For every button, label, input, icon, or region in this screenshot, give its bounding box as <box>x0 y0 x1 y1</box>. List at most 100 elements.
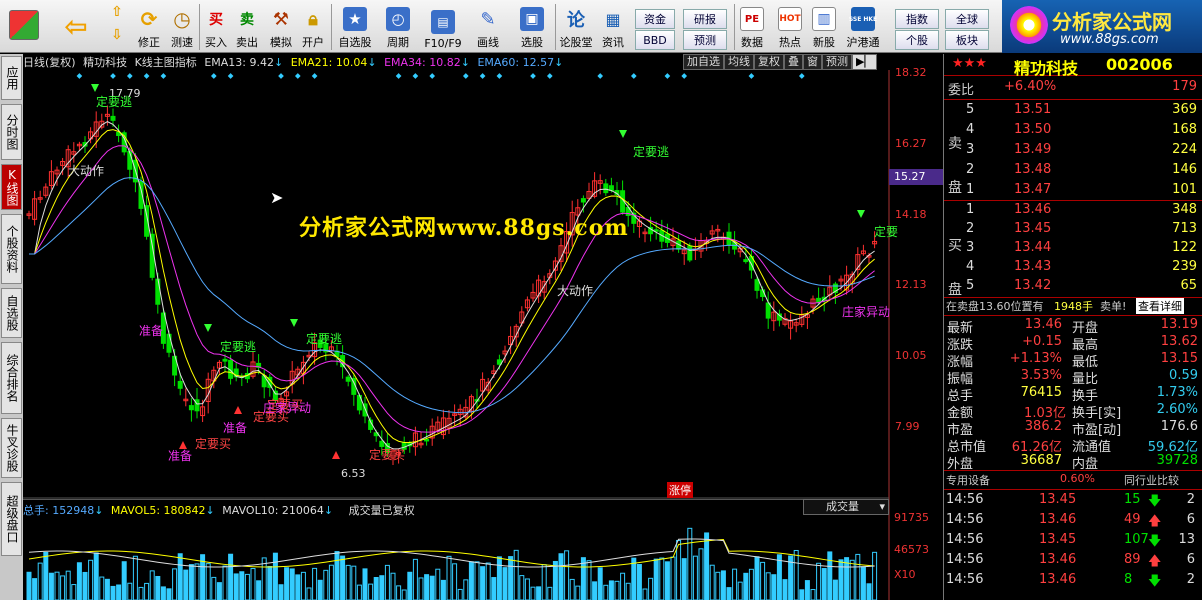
volume-bar <box>480 566 486 600</box>
ready-label: 准备 <box>139 324 164 338</box>
volume-bar <box>855 553 861 600</box>
volume-indicator-select[interactable]: 成交量 ▾ <box>803 499 889 515</box>
revise-button[interactable]: ⟳ 修正 <box>133 0 165 53</box>
tab-profile[interactable]: 个股资料 <box>1 214 22 284</box>
app-menu-button[interactable] <box>4 0 44 53</box>
back-button[interactable]: ⇦ <box>56 0 96 53</box>
flee-label: 定要逃 <box>633 145 670 159</box>
tab-superorder[interactable]: 超级盘口 <box>1 482 22 556</box>
buy-label: 买入 <box>205 36 227 49</box>
volume-bar <box>748 568 754 600</box>
simulate-button[interactable]: ⚒ 模拟 <box>266 0 296 53</box>
tick-volume: 89 <box>1124 552 1141 567</box>
global-button[interactable]: 全球 <box>945 9 989 29</box>
signal-diamond <box>546 73 553 79</box>
sell-arrow-icon <box>290 319 298 327</box>
mavol10-value: MAVOL10: 210064 <box>222 504 324 517</box>
volume-bar <box>144 582 150 600</box>
volume-bar <box>575 585 581 600</box>
news-label: 资讯 <box>602 36 624 49</box>
index-label: 指数 <box>906 13 928 26</box>
research-button[interactable]: 研报 <box>683 9 727 29</box>
tab-timeshare[interactable]: 分时图 <box>1 104 22 160</box>
stat-value: 13.46 <box>1024 317 1062 332</box>
volume-bar <box>138 586 144 600</box>
clock-period-icon: ◴ <box>386 7 410 31</box>
order-detail-link[interactable]: 查看详细 <box>1136 298 1184 314</box>
candle-body <box>177 380 183 389</box>
volume-bar <box>513 549 519 600</box>
left-tab-bar: 应用 分时图 K线图 个股资料 自选股 综合排名 牛叉诊股 超级盘口 <box>0 54 23 600</box>
news-button[interactable]: ▦ 资讯 <box>597 0 629 53</box>
volume-bar <box>132 555 138 600</box>
volume-bar <box>844 557 850 600</box>
volume-bar <box>256 580 262 600</box>
newstock-button[interactable]: ▥ 新股 <box>808 0 840 53</box>
tab-selfselect[interactable]: 自选股 <box>1 288 22 338</box>
volume-bar <box>440 579 446 600</box>
index-button[interactable]: 指数 <box>895 9 939 29</box>
stat-value: 13.19 <box>1160 317 1198 332</box>
volume-bar <box>838 559 844 600</box>
volume-bar <box>457 588 463 600</box>
tick-price: 13.45 <box>1039 532 1077 547</box>
industry-compare-link[interactable]: 同行业比较 <box>1124 472 1179 488</box>
site-logo: 分析家公式网 www.88gs.com <box>1002 0 1202 53</box>
volume-bar <box>250 568 256 600</box>
tab-ranking[interactable]: 综合排名 <box>1 342 22 414</box>
volume-bar <box>547 586 553 600</box>
volume-bar <box>127 582 133 600</box>
open-account-button[interactable]: 🔒︎ 开户 <box>298 0 328 53</box>
data-button[interactable]: PE 数据 <box>736 0 768 53</box>
stats-row: 外盘 36687 内盘 39728 <box>944 452 1202 472</box>
data-label: 数据 <box>741 36 763 49</box>
up-down-buttons[interactable]: ⇧ ⇩ <box>104 0 130 53</box>
forecast-button[interactable]: 预测 <box>683 30 727 50</box>
stat-label: 内盘 <box>1072 457 1099 472</box>
forum-icon: 论 <box>567 10 585 31</box>
forum-label: 论股堂 <box>559 36 593 49</box>
hot-button[interactable]: HOT 热点 <box>774 0 806 53</box>
drawline-button[interactable]: ✎ 画线 <box>468 0 508 53</box>
star-icon: ★ <box>343 7 367 31</box>
selfselect-button[interactable]: ★ 自选股 <box>334 0 376 53</box>
volume-bar <box>816 562 822 600</box>
fund-button[interactable]: 资金 <box>635 9 675 29</box>
tick-count: 2 <box>1186 492 1195 507</box>
volume-bar <box>418 577 424 600</box>
volume-bar <box>799 589 805 600</box>
volume-bar <box>765 572 771 600</box>
hkconnect-button[interactable]: SSE HKE 沪港通 <box>842 0 884 53</box>
tick-count: 13 <box>1178 532 1195 547</box>
pick-stock-button[interactable]: ▣ 选股 <box>512 0 552 53</box>
tick-price: 13.46 <box>1039 512 1077 527</box>
tab-app[interactable]: 应用 <box>1 56 22 100</box>
stock-button[interactable]: 个股 <box>895 30 939 50</box>
ask-row: 5 13.51 369 <box>944 101 1202 121</box>
pen-icon: ✎ <box>480 8 496 30</box>
volume-bar <box>614 580 620 600</box>
sector-button[interactable]: 板块 <box>945 30 989 50</box>
tab-diagnose[interactable]: 牛叉诊股 <box>1 418 22 478</box>
volume-total: 总手: 152948 <box>23 504 95 517</box>
sell-button[interactable]: 卖 卖出 <box>233 0 261 53</box>
tick-volume: 49 <box>1124 512 1141 527</box>
speedtest-button[interactable]: ◷ 测速 <box>166 0 198 53</box>
logo-url: www.88gs.com <box>1060 32 1159 47</box>
kline-chart-area[interactable]: 日线(复权) 精功科技 K线主图指标 EMA13: 9.42↓ EMA21: 1… <box>23 54 943 600</box>
price-tick: 14.18 <box>895 208 927 221</box>
ask-level: 1 <box>966 182 975 197</box>
volume-bar <box>681 558 687 600</box>
volume-bar <box>177 553 183 600</box>
f10-button[interactable]: ▤ F10/F9 <box>420 0 466 53</box>
forum-button[interactable]: 论 论股堂 <box>557 0 595 53</box>
buy-button[interactable]: 买 买入 <box>202 0 230 53</box>
volume-bar <box>485 562 491 600</box>
volume-bar <box>827 551 833 600</box>
tick-time: 14:56 <box>946 492 984 507</box>
period-button[interactable]: ◴ 周期 <box>378 0 418 53</box>
signal-diamond <box>681 73 688 79</box>
volume-bar <box>782 579 788 600</box>
tab-kline[interactable]: K线图 <box>1 164 22 210</box>
bbd-button[interactable]: BBD <box>635 30 675 50</box>
